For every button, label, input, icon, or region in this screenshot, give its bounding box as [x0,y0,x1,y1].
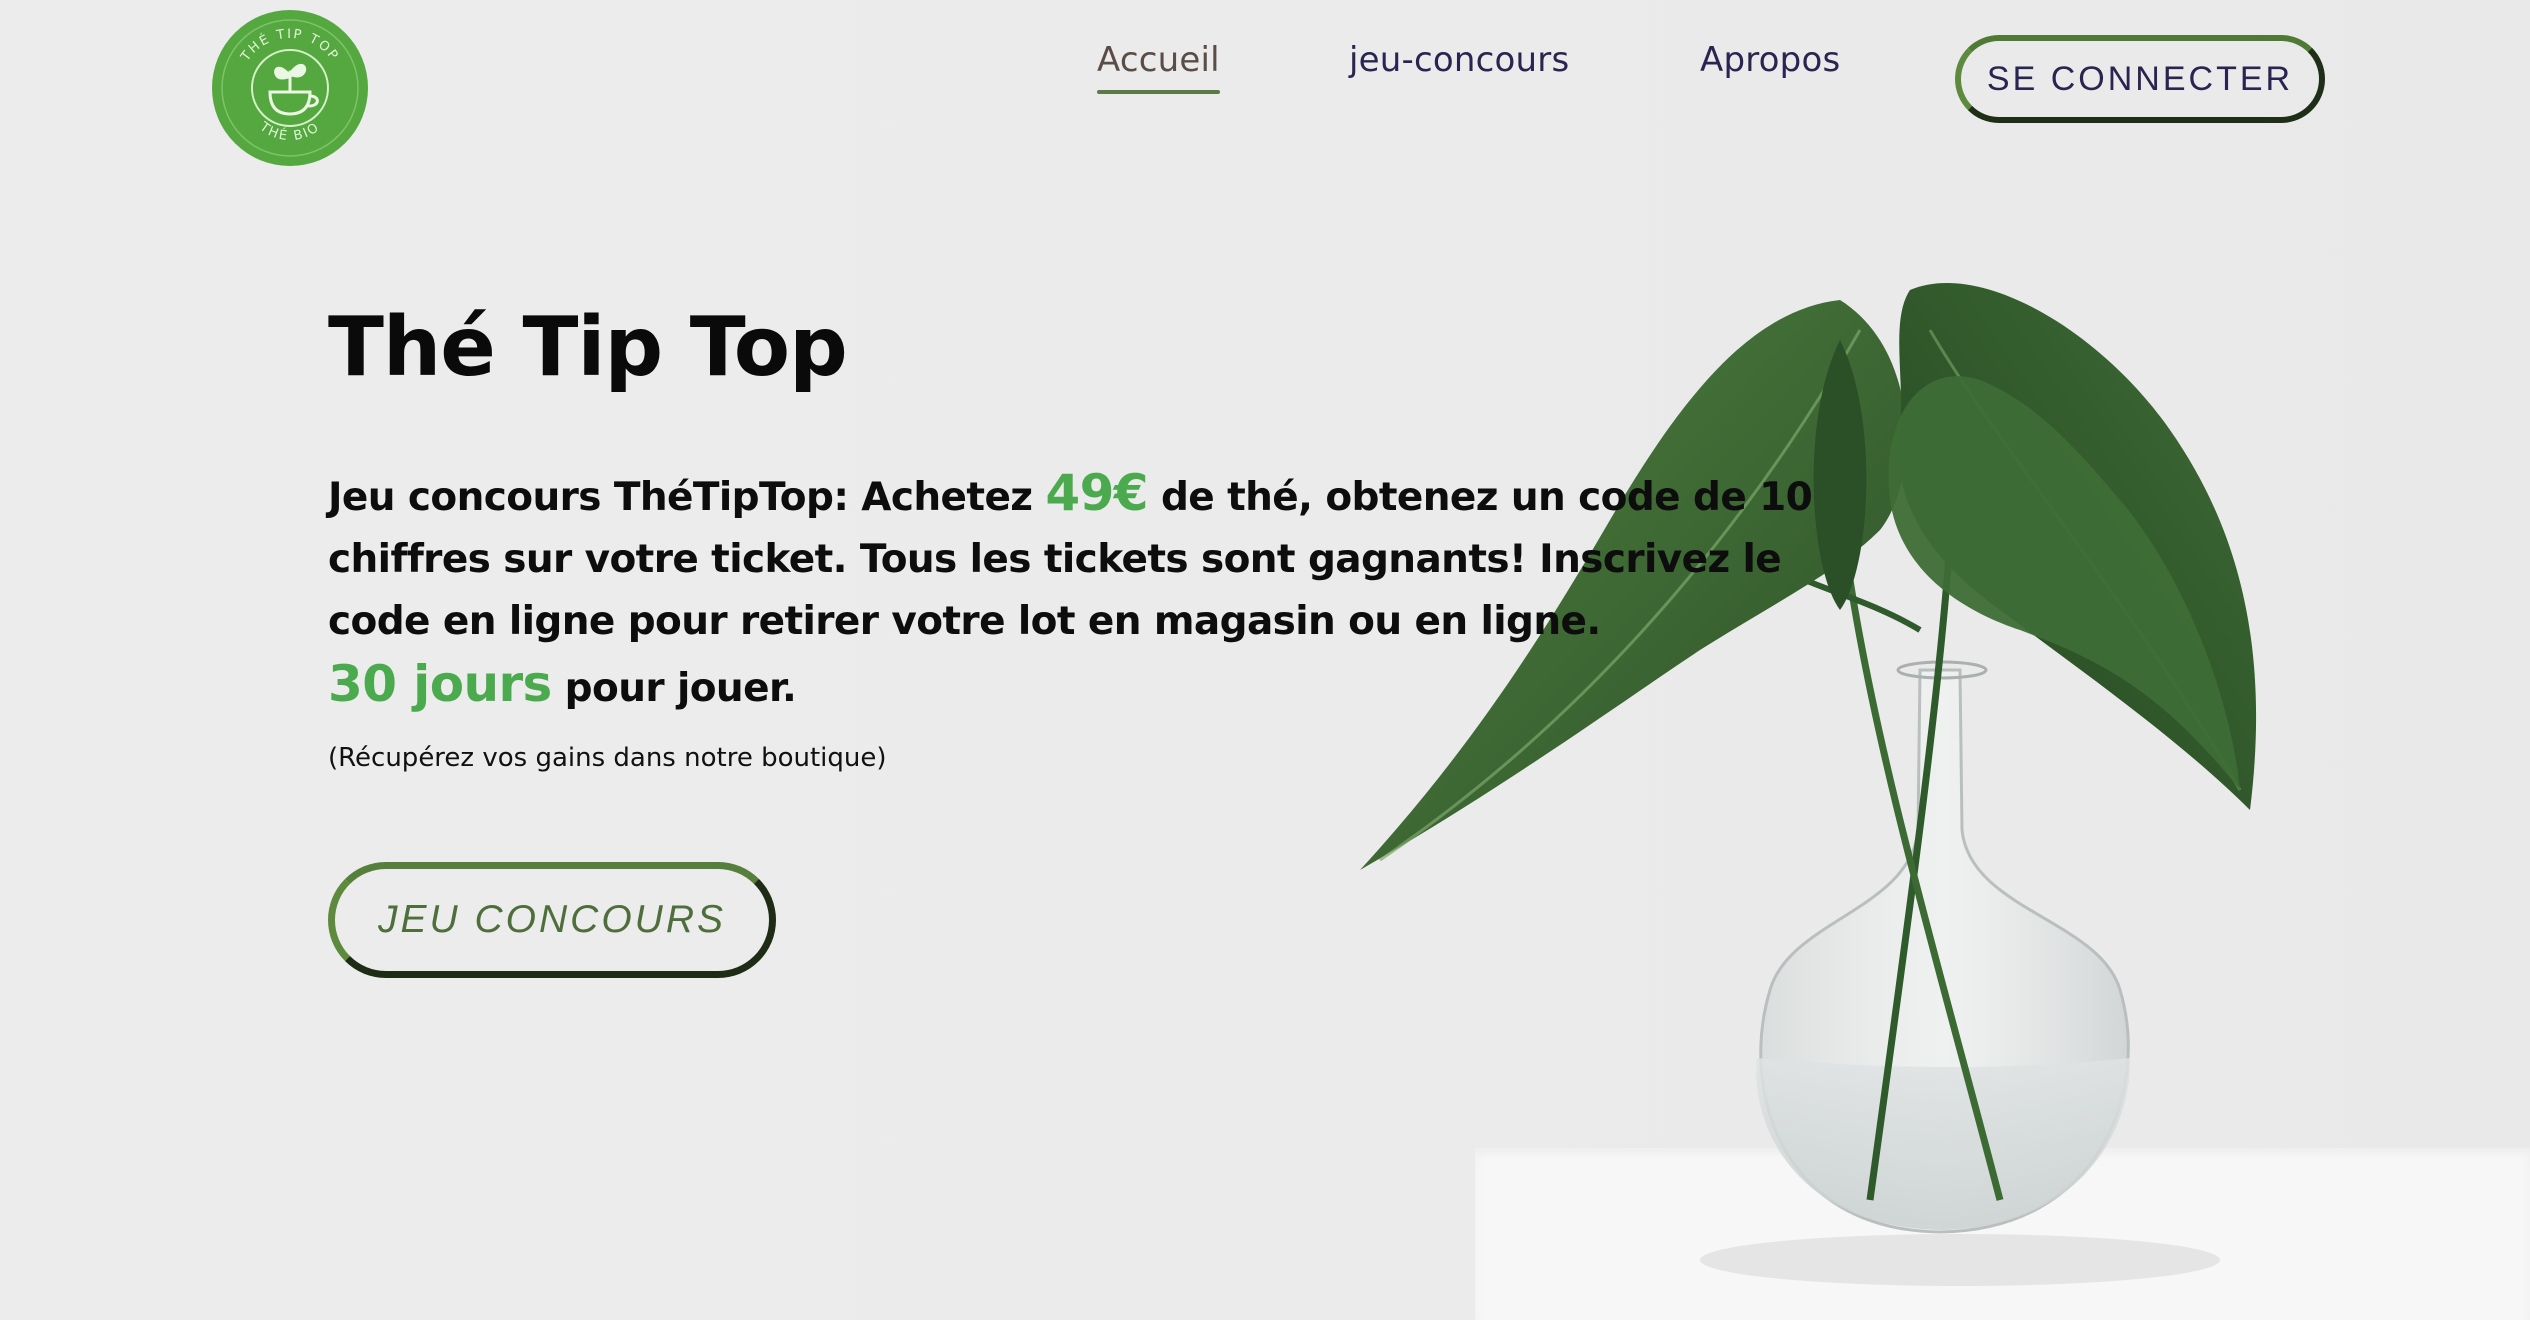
hero-note: (Récupérez vos gains dans notre boutique… [328,743,887,773]
hero-line-4: 30 jours pour jouer. [328,653,1748,720]
hero-duration: 30 jours [328,655,552,713]
hero-description: Jeu concours ThéTipTop: Achetez 49€ de t… [328,462,1813,720]
hero-line-1-start: Jeu concours ThéTipTop: Achetez [328,475,1046,520]
nav-apropos[interactable]: Apropos [1700,40,1840,80]
hero-line-4-end: pour jouer. [551,666,797,711]
hero-title: Thé Tip Top [328,300,848,395]
hero-line-1: Jeu concours ThéTipTop: Achetez 49€ de t… [328,462,1813,529]
jeu-concours-button[interactable]: JEU CONCOURS [328,862,776,978]
page: THÉ TIP TOP THÉ BIO Accueil jeu-concours… [0,0,2530,1320]
login-button[interactable]: SE CONNECTER [1955,35,2325,123]
hero-line-2: chiffres sur votre ticket. Tous les tick… [328,537,1782,582]
hero-line-3: code en ligne pour retirer votre lot en … [328,599,1601,644]
plant-vase-image [1280,270,2300,1320]
logo-badge: THÉ TIP TOP THÉ BIO [212,10,368,166]
logo[interactable]: THÉ TIP TOP THÉ BIO [210,8,370,168]
nav-jeu-concours[interactable]: jeu-concours [1349,40,1569,80]
hero-line-1-end: de thé, obtenez un code de 10 [1147,475,1813,520]
nav-accueil[interactable]: Accueil [1097,40,1220,94]
hero-amount: 49€ [1045,464,1148,522]
